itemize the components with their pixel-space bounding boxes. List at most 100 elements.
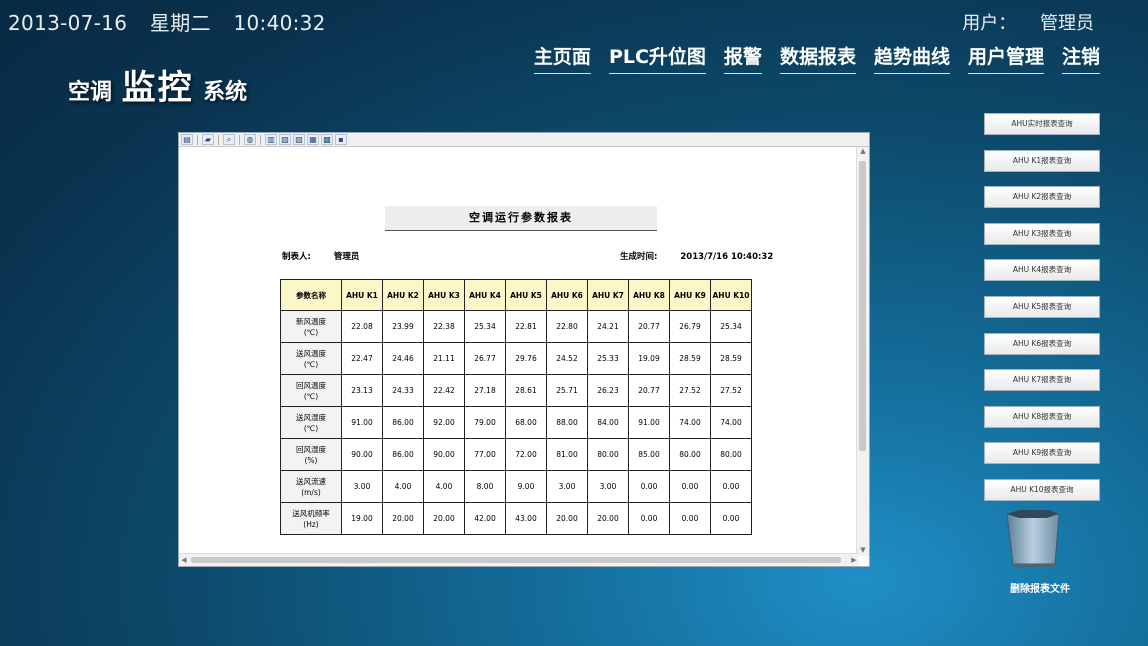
value-cell: 27.52	[710, 374, 752, 407]
open-folder-icon[interactable]: ▰	[202, 134, 214, 145]
viewer-toolbar: ▤ ▰ ⌕ ◍ ▥ ▧ ▨ ▦ ▩ ▪	[179, 133, 869, 147]
value-cell: 25.33	[587, 342, 629, 375]
value-cell: 90.00	[341, 438, 383, 471]
scroll-left-icon[interactable]: ◀	[179, 554, 189, 566]
query-ahu-realtime-button[interactable]: AHU实时报表查询	[984, 113, 1100, 135]
nav-alarm[interactable]: 报警	[723, 42, 762, 74]
value-cell: 92.00	[423, 406, 465, 439]
table-row: 送风流速 (m/s) 3.00 4.00 4.00 8.00 9.00 3.00 3.00 0.0…	[280, 470, 752, 503]
toolbar-separator	[218, 134, 219, 145]
value-cell: 85.00	[628, 438, 670, 471]
nav-user-mgmt[interactable]: 用户管理	[967, 42, 1044, 74]
value-cell: 90.00	[423, 438, 465, 471]
zoom-icon[interactable]: ⌕	[223, 134, 235, 145]
nav-trend[interactable]: 趋势曲线	[873, 42, 950, 74]
column-header: AHU K6	[546, 279, 588, 311]
export-icon[interactable]: ▧	[279, 134, 291, 145]
value-cell: 74.00	[710, 406, 752, 439]
query-ahu-k3-button[interactable]: AHU K3报表查询	[984, 222, 1100, 245]
find-icon[interactable]: ▨	[293, 134, 305, 145]
value-cell: 22.38	[423, 310, 465, 343]
value-cell: 91.00	[341, 406, 383, 439]
time-text: 10:40:32	[233, 11, 326, 35]
query-ahu-k2-button[interactable]: AHU K2报表查询	[984, 186, 1100, 209]
value-cell: 80.00	[710, 438, 752, 471]
horizontal-scroll-thumb[interactable]	[191, 557, 841, 563]
copy-icon[interactable]: ▩	[321, 134, 333, 145]
value-cell: 0.00	[628, 470, 670, 503]
vertical-scrollbar[interactable]: ▲ ▼	[856, 147, 869, 556]
parameter-name-cell: 送风机频率 (Hz)	[280, 502, 342, 535]
value-cell: 4.00	[382, 470, 424, 503]
datetime: 2013-07-16 星期二 10:40:32	[8, 7, 342, 36]
save-icon[interactable]: ▪	[335, 134, 347, 145]
trash-bin-icon[interactable]	[1005, 508, 1061, 568]
value-cell: 26.23	[587, 374, 629, 407]
value-cell: 3.00	[546, 470, 588, 503]
value-cell: 22.80	[546, 310, 588, 343]
value-cell: 20.00	[382, 502, 424, 535]
value-cell: 23.99	[382, 310, 424, 343]
print-icon[interactable]: ▥	[265, 134, 277, 145]
value-cell: 25.34	[710, 310, 752, 343]
parameter-name-cell: 回风湿度 (%)	[280, 438, 342, 471]
nav-plc[interactable]: PLC升位图	[608, 42, 706, 74]
value-cell: 3.00	[587, 470, 629, 503]
creator-label: 制表人:	[282, 252, 311, 262]
value-cell: 19.00	[341, 502, 383, 535]
value-cell: 43.00	[505, 502, 547, 535]
user-name: 管理员	[1040, 13, 1094, 34]
value-cell: 20.77	[628, 374, 670, 407]
value-cell: 4.00	[423, 470, 465, 503]
query-ahu-k5-button[interactable]: AHU K5报表查询	[984, 295, 1100, 318]
user-info: 用户： 管理员	[962, 9, 1094, 35]
parameter-name: 送风流速	[296, 476, 326, 486]
value-cell: 42.00	[464, 502, 506, 535]
parameter-name: 送风湿度	[296, 412, 326, 422]
table-header-row: 参数名称 AHU K1 AHU K2 AHU K3 AHU K4 AHU K5 …	[280, 279, 752, 311]
nav-data-report[interactable]: 数据报表	[779, 42, 856, 74]
value-cell: 20.00	[587, 502, 629, 535]
value-cell: 0.00	[710, 470, 752, 503]
app-title: 空调 监控 系统	[68, 60, 247, 109]
value-cell: 86.00	[382, 438, 424, 471]
vertical-scroll-thumb[interactable]	[859, 161, 866, 451]
column-header: AHU K2	[382, 279, 424, 311]
page-icon[interactable]: ▤	[181, 134, 193, 145]
parameter-name-cell: 送风流速 (m/s)	[280, 470, 342, 503]
parameter-unit: (℃)	[303, 359, 319, 369]
value-cell: 68.00	[505, 406, 547, 439]
column-header: AHU K3	[423, 279, 465, 311]
value-cell: 20.77	[628, 310, 670, 343]
value-cell: 81.00	[546, 438, 588, 471]
query-ahu-k1-button[interactable]: AHU K1报表查询	[984, 149, 1100, 172]
horizontal-scrollbar[interactable]: ◀ ▶	[179, 553, 859, 566]
delete-report-files-label[interactable]: 删除报表文件	[995, 580, 1085, 595]
nav-home[interactable]: 主页面	[533, 42, 591, 74]
table-row: 送风温度 (℃) 22.47 24.46 21.11 26.77 29.76 24.52 25.…	[280, 342, 752, 375]
nav-logout[interactable]: 注销	[1061, 42, 1100, 74]
scroll-right-icon[interactable]: ▶	[849, 554, 859, 566]
table-row: 送风机频率 (Hz) 19.00 20.00 20.00 42.00 43.00 20.00 2…	[280, 502, 752, 535]
query-ahu-k9-button[interactable]: AHU K9报表查询	[984, 442, 1100, 465]
value-cell: 8.00	[464, 470, 506, 503]
column-header: AHU K4	[464, 279, 506, 311]
query-ahu-k8-button[interactable]: AHU K8报表查询	[984, 405, 1100, 428]
print-preview-icon[interactable]: ▦	[307, 134, 319, 145]
column-header: AHU K9	[669, 279, 711, 311]
query-ahu-k4-button[interactable]: AHU K4报表查询	[984, 259, 1100, 282]
table-row: 送风湿度 (℃) 91.00 86.00 92.00 79.00 68.00 88.00 84.…	[280, 406, 752, 439]
column-header: AHU K7	[587, 279, 629, 311]
query-ahu-k7-button[interactable]: AHU K7报表查询	[984, 369, 1100, 392]
column-header: AHU K5	[505, 279, 547, 311]
generated-value: 2013/7/16 10:40:32	[680, 252, 774, 262]
column-header: AHU K10	[710, 279, 752, 311]
report-title: 空调运行参数报表	[385, 206, 657, 231]
value-cell: 0.00	[669, 502, 711, 535]
query-ahu-k10-button[interactable]: AHU K10报表查询	[984, 478, 1100, 501]
column-header: 参数名称	[280, 279, 342, 311]
toolbar-separator	[260, 134, 261, 145]
query-ahu-k6-button[interactable]: AHU K6报表查询	[984, 332, 1100, 355]
scroll-up-icon[interactable]: ▲	[857, 147, 869, 157]
globe-icon[interactable]: ◍	[244, 134, 256, 145]
